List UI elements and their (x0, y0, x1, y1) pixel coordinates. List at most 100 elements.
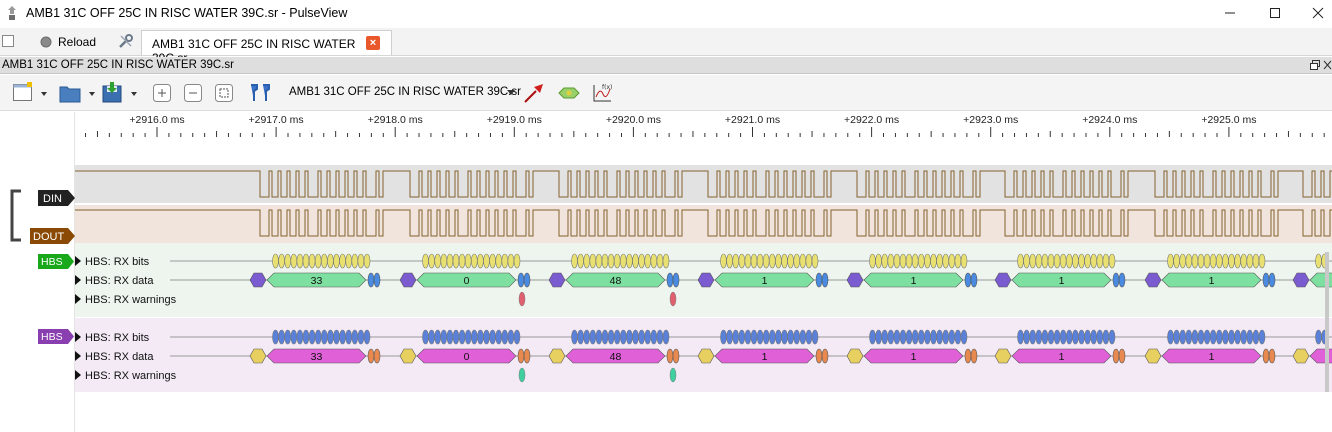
rx-bit-annotation[interactable] (1084, 329, 1091, 345)
rx-bit-annotation[interactable] (626, 253, 633, 269)
rx-bit-annotation[interactable] (893, 253, 901, 269)
rx-bit-annotation[interactable] (1053, 253, 1061, 269)
rx-bit-annotation[interactable] (799, 329, 807, 345)
rx-bit-annotation[interactable] (595, 329, 603, 345)
rx-bit-annotation[interactable] (793, 329, 801, 345)
rx-stop-annotation[interactable] (367, 272, 375, 288)
rx-bit-annotation[interactable] (887, 253, 895, 269)
rx-stop-annotation[interactable] (1262, 272, 1270, 288)
rx-bit-annotation[interactable] (571, 329, 578, 345)
rx-bit-annotation[interactable] (583, 253, 591, 269)
rx-bit-annotation[interactable] (644, 329, 652, 345)
rx-bit-annotation[interactable] (308, 253, 316, 269)
rx-bit-annotation[interactable] (799, 253, 807, 269)
rx-bit-annotation[interactable] (1258, 329, 1266, 345)
rx-bit-annotation[interactable] (762, 253, 770, 269)
rx-bit-annotation[interactable] (1252, 253, 1260, 269)
rx-stop-annotation[interactable] (1112, 348, 1120, 364)
rx-bit-annotation[interactable] (513, 253, 521, 269)
rx-bit-annotation[interactable] (363, 253, 371, 269)
rx-bit-annotation[interactable] (589, 253, 597, 269)
rx-bit-annotation[interactable] (1035, 253, 1043, 269)
rx-bit-annotation[interactable] (290, 253, 298, 269)
rx-stop-annotation[interactable] (523, 272, 531, 288)
decoder-label-hbs-1[interactable]: HBS (38, 254, 75, 269)
rx-bit-annotation[interactable] (930, 329, 937, 345)
rx-bit-annotation[interactable] (1029, 253, 1037, 269)
rx-bit-annotation[interactable] (960, 253, 968, 269)
trace-view[interactable]: +2916.0 ms +2917.0 ms +2918.0 ms +2919.0 ms… (75, 112, 1332, 432)
rx-bit-annotation[interactable] (756, 329, 764, 345)
rx-stop-annotation[interactable] (517, 348, 525, 364)
rx-stop-annotation[interactable] (815, 348, 823, 364)
rx-bit-annotation[interactable] (296, 253, 304, 269)
rx-bit-annotation[interactable] (333, 253, 340, 269)
rx-bit-annotation[interactable] (887, 329, 895, 345)
rx-bit-annotation[interactable] (930, 253, 937, 269)
rx-bit-annotation[interactable] (458, 329, 466, 345)
rx-bit-annotation[interactable] (905, 329, 913, 345)
rx-bit-annotation[interactable] (1197, 329, 1205, 345)
rx-bit-annotation[interactable] (470, 253, 478, 269)
rx-bit-annotation[interactable] (1084, 253, 1091, 269)
rx-bit-annotation[interactable] (744, 329, 752, 345)
rx-bit-annotation[interactable] (632, 329, 639, 345)
rx-bit-annotation[interactable] (1228, 253, 1235, 269)
rx-bit-annotation[interactable] (1179, 253, 1186, 269)
rx-bit-annotation[interactable] (339, 253, 346, 269)
rx-stop-annotation[interactable] (1268, 348, 1276, 364)
rx-bit-annotation[interactable] (1252, 329, 1260, 345)
rx-bit-annotation[interactable] (1017, 329, 1024, 345)
rx-bit-annotation[interactable] (1167, 253, 1174, 269)
rx-bit-annotation[interactable] (1173, 253, 1180, 269)
rx-bit-annotation[interactable] (577, 253, 584, 269)
rx-stop-annotation[interactable] (821, 348, 829, 364)
rx-bit-annotation[interactable] (452, 253, 460, 269)
rx-bit-annotation[interactable] (302, 329, 310, 345)
rx-bit-annotation[interactable] (1222, 253, 1229, 269)
rx-bit-annotation[interactable] (583, 329, 591, 345)
rx-bit-annotation[interactable] (805, 329, 813, 345)
rx-bit-annotation[interactable] (501, 253, 509, 269)
rx-bit-annotation[interactable] (787, 329, 794, 345)
zoom-out-icon[interactable] (181, 81, 205, 105)
rx-bit-annotation[interactable] (327, 329, 334, 345)
rx-bit-annotation[interactable] (1108, 329, 1116, 345)
rx-stop-annotation[interactable] (970, 348, 978, 364)
rx-bit-annotation[interactable] (1065, 329, 1073, 345)
rx-stop-annotation[interactable] (672, 272, 680, 288)
rx-stop-annotation[interactable] (672, 348, 680, 364)
rx-bit-annotation[interactable] (905, 253, 913, 269)
settings-tools-icon[interactable] (118, 33, 134, 49)
rx-bit-annotation[interactable] (483, 253, 490, 269)
rx-bit-annotation[interactable] (1185, 253, 1193, 269)
rx-bit-annotation[interactable] (333, 329, 340, 345)
add-view-icon[interactable] (12, 81, 50, 105)
rx-stop-annotation[interactable] (1118, 348, 1126, 364)
float-view-icon[interactable] (1310, 60, 1320, 70)
rx-bit-annotation[interactable] (899, 329, 907, 345)
rx-bit-annotation[interactable] (577, 329, 584, 345)
rx-bit-annotation[interactable] (744, 253, 752, 269)
rx-bit-annotation[interactable] (428, 253, 435, 269)
rx-bit-annotation[interactable] (911, 253, 919, 269)
rx-bit-annotation[interactable] (507, 253, 515, 269)
rx-stop-annotation[interactable] (1262, 348, 1270, 364)
rx-bit-annotation[interactable] (924, 253, 931, 269)
maximize-icon[interactable] (1265, 4, 1285, 22)
rx-bit-annotation[interactable] (881, 253, 889, 269)
rx-bit-annotation[interactable] (1023, 253, 1030, 269)
rx-bit-annotation[interactable] (428, 329, 435, 345)
rx-bit-annotation[interactable] (1041, 253, 1049, 269)
rx-bit-annotation[interactable] (1078, 253, 1085, 269)
rx-bit-annotation[interactable] (954, 253, 962, 269)
rx-bit-annotation[interactable] (357, 253, 365, 269)
rx-bit-annotation[interactable] (911, 329, 919, 345)
rx-bit-annotation[interactable] (1185, 329, 1193, 345)
rx-stop-annotation[interactable] (666, 348, 674, 364)
rx-bit-annotation[interactable] (302, 253, 310, 269)
rx-bit-annotation[interactable] (1203, 253, 1211, 269)
rx-bit-annotation[interactable] (662, 329, 670, 345)
rx-bit-annotation[interactable] (613, 329, 621, 345)
rx-bit-annotation[interactable] (917, 329, 925, 345)
